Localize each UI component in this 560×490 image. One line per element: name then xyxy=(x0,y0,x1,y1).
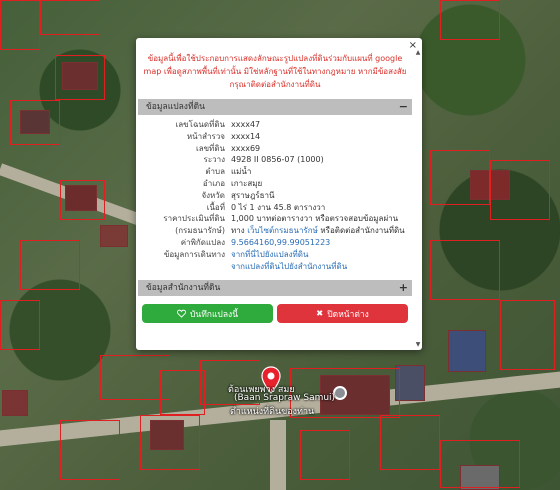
info-value: ทาง เว็บไซต์กรมธนารักษ์ หรือติดต่อสำนักง… xyxy=(231,225,414,237)
info-row: เนื้อที่ 0 ไร่ 1 งาน 45.8 ตารางวา xyxy=(136,202,414,214)
treasury-website-link[interactable]: เว็บไซต์กรมธนารักษ์ xyxy=(247,226,318,235)
parcel-outline xyxy=(140,415,200,470)
info-value: 4928 II 0856-07 (1000) xyxy=(231,155,324,165)
map-selected-label: ตำแหน่งที่ดินของท่าน xyxy=(230,407,315,417)
info-value: แม่น้ำ xyxy=(231,167,252,177)
info-row: จังหวัด สุราษฎร์ธานี xyxy=(136,190,414,202)
info-row: จากแปลงที่ดินไปยังสำนักงานที่ดิน xyxy=(136,261,414,273)
info-key: ข้อมูลการเดินทาง xyxy=(163,249,225,259)
section-title: ข้อมูลแปลงที่ดิน xyxy=(146,102,205,112)
directions-to-parcel-link[interactable]: จากที่นี่ไปยังแปลงที่ดิน xyxy=(231,249,414,261)
info-key: เนื้อที่ xyxy=(206,202,225,212)
close-window-button[interactable]: ✖ ปิดหน้าต่าง xyxy=(277,304,408,324)
parcel-outline xyxy=(440,0,500,40)
map-place-label-en: (Baan Srapraw Samui) xyxy=(234,393,336,403)
collapse-icon[interactable]: − xyxy=(399,99,408,115)
info-row: เลขที่ดิน xxxx69 xyxy=(136,143,414,155)
info-row: ค่าพิกัดแปลง 9.5664160,99.99051223 xyxy=(136,237,414,249)
building xyxy=(2,390,28,416)
directions-to-office-link[interactable]: จากแปลงที่ดินไปยังสำนักงานที่ดิน xyxy=(231,261,414,273)
info-value: สุราษฎร์ธานี xyxy=(231,190,275,200)
parcel-outline xyxy=(440,440,520,488)
parcel-outline xyxy=(60,180,105,220)
parcel-outline xyxy=(430,150,490,205)
parcel-outline xyxy=(40,0,100,35)
popup-actions: บันทึกแปลงนี้ ✖ ปิดหน้าต่าง xyxy=(136,296,414,324)
disclaimer-notice: ข้อมูลนี้เพื่อใช้ประกอบการแสดงลักษณะรูปแ… xyxy=(143,54,407,89)
info-key: ราคาประเมินที่ดิน xyxy=(163,214,225,224)
info-key: เลขที่ดิน xyxy=(195,143,225,153)
save-parcel-button[interactable]: บันทึกแปลงนี้ xyxy=(142,304,273,324)
info-value: 1,000 บาทต่อตารางวา หรือตรวจสอบข้อมูลผ่า… xyxy=(231,214,399,224)
info-row: (กรมธนารักษ์) ทาง เว็บไซต์กรมธนารักษ์ หรื… xyxy=(136,225,414,237)
place-marker-icon[interactable] xyxy=(333,386,347,400)
info-key: อำเภอ xyxy=(202,178,225,188)
popup-content[interactable]: ข้อมูลนี้เพื่อใช้ประกอบการแสดงลักษณะรูปแ… xyxy=(136,38,414,350)
info-key: หน้าสำรวจ xyxy=(186,131,225,141)
section-title: ข้อมูลสำนักงานที่ดิน xyxy=(146,283,221,294)
info-key: เลขโฉนดที่ดิน xyxy=(175,120,225,129)
parcel-outline xyxy=(60,420,120,480)
building xyxy=(100,225,128,247)
info-row: ข้อมูลการเดินทาง จากที่นี่ไปยังแปลงที่ดิน xyxy=(136,249,414,261)
parcel-outline xyxy=(380,415,440,470)
parcel-outline xyxy=(490,160,550,220)
parcel-outline xyxy=(160,370,205,415)
parcel-outline xyxy=(500,300,555,370)
scroll-down-icon[interactable]: ▼ xyxy=(415,342,421,348)
parcel-outline xyxy=(0,300,40,350)
heart-icon xyxy=(177,310,186,319)
info-key: ระวาง xyxy=(203,155,225,165)
value-prefix: ทาง xyxy=(231,226,248,236)
popup-scrollbar[interactable]: ▲ ▼ xyxy=(415,50,421,348)
info-row: อำเภอ เกาะสมุย xyxy=(136,178,414,190)
parcel-outline xyxy=(300,430,350,480)
info-value: xxxx47 xyxy=(231,120,261,129)
info-row: หน้าสำรวจ xxxx14 xyxy=(136,131,414,143)
info-key: (กรมธนารักษ์) xyxy=(175,226,225,236)
close-x-icon: ✖ xyxy=(316,308,324,319)
section-parcel-info-header[interactable]: ข้อมูลแปลงที่ดิน − xyxy=(138,99,412,115)
building xyxy=(448,330,486,372)
scroll-up-icon[interactable]: ▲ xyxy=(415,50,421,56)
info-row: ตำบล แม่น้ำ xyxy=(136,166,414,178)
road xyxy=(270,420,286,490)
parcel-outline xyxy=(55,55,105,100)
expand-icon[interactable]: + xyxy=(399,280,408,296)
info-key: ตำบล xyxy=(205,167,225,177)
info-row: ราคาประเมินที่ดิน 1,000 บาทต่อตารางวา หรื… xyxy=(136,213,414,225)
info-value: xxxx14 xyxy=(231,131,261,141)
value-suffix: หรือติดต่อสำนักงานที่ดิน xyxy=(317,226,405,236)
info-value: เกาะสมุย xyxy=(231,178,263,188)
save-parcel-label: บันทึกแปลงนี้ xyxy=(190,309,238,320)
parcel-outline xyxy=(20,240,80,290)
info-row: ระวาง 4928 II 0856-07 (1000) xyxy=(136,154,414,166)
parcel-outline xyxy=(10,100,60,145)
info-key: ค่าพิกัดแปลง xyxy=(180,237,225,247)
section-land-office-header[interactable]: ข้อมูลสำนักงานที่ดิน + xyxy=(138,280,412,297)
parcel-outline xyxy=(430,240,500,300)
parcel-info-popup: ข้อมูลนี้เพื่อใช้ประกอบการแสดงลักษณะรูปแ… xyxy=(136,38,422,350)
parcel-outline xyxy=(0,0,40,50)
info-key: จังหวัด xyxy=(201,190,225,200)
info-value: 0 ไร่ 1 งาน 45.8 ตารางวา xyxy=(231,202,326,212)
info-value: xxxx69 xyxy=(231,143,261,153)
coordinates-link[interactable]: 9.5664160,99.99051223 xyxy=(231,237,414,249)
close-window-label: ปิดหน้าต่าง xyxy=(327,309,369,320)
parcel-info-table: เลขโฉนดที่ดิน xxxx47 หน้าสำรวจ xxxx14 เลขท… xyxy=(136,115,414,276)
info-key xyxy=(136,261,231,273)
info-row: เลขโฉนดที่ดิน xxxx47 xyxy=(136,119,414,131)
